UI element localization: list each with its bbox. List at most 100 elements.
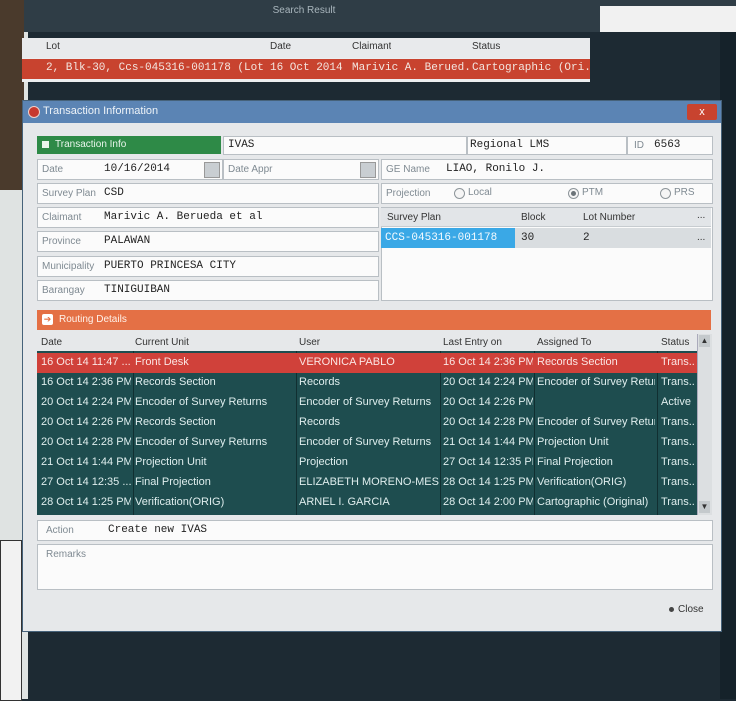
close-icon <box>669 606 674 612</box>
routing-current-unit-cell: Records Section <box>135 416 216 428</box>
date-picker-button[interactable] <box>204 162 220 178</box>
routing-status-cell: Trans... <box>661 436 695 448</box>
routing-last-entry-cell: 20 Oct 14 2:28 PM <box>443 416 533 428</box>
routing-row[interactable]: 16 Oct 14 11:47 ... Front Desk VERONICA PA… <box>37 353 697 373</box>
barangay-field[interactable]: Barangay TINIGUIBAN <box>37 280 379 301</box>
column-lot[interactable]: Lot <box>46 41 60 52</box>
routing-current-unit-cell: Front Desk <box>135 356 189 368</box>
column-user[interactable]: User <box>299 337 320 348</box>
projection-ptm-radio[interactable] <box>568 188 579 199</box>
survey-plan-row[interactable]: CCS-045316-001178 30 2 ... <box>381 228 711 248</box>
date-field[interactable]: Date 10/16/2014 <box>37 159 223 180</box>
routing-assigned-to-cell: Encoder of Survey Returns <box>537 416 655 428</box>
routing-user-cell: Records <box>299 416 340 428</box>
column-claimant[interactable]: Claimant <box>352 41 391 52</box>
routing-status-cell: Active <box>661 396 691 408</box>
background-object <box>0 0 24 190</box>
column-assigned-to[interactable]: Assigned To <box>537 337 591 348</box>
routing-current-unit-cell: Verification(ORIG) <box>135 496 225 508</box>
routing-last-entry-cell: 28 Oct 14 1:25 PM <box>443 476 533 488</box>
survey-plan-value: CSD <box>104 187 124 199</box>
transaction-info-header: Transaction Info <box>37 136 221 154</box>
column-current-unit[interactable]: Current Unit <box>135 337 189 348</box>
survey-plan-label: Survey Plan <box>42 188 96 199</box>
municipality-value: PUERTO PRINCESA CITY <box>104 260 237 272</box>
routing-row[interactable]: 20 Oct 14 2:24 PM Encoder of Survey Retur… <box>37 393 697 413</box>
routing-details-header: ➔ Routing Details <box>37 310 711 330</box>
close-button[interactable]: Close <box>669 604 704 615</box>
routing-date-cell: 21 Oct 14 1:44 PM <box>41 456 131 468</box>
routing-date-cell: 16 Oct 14 2:36 PM <box>41 376 131 388</box>
background-window-edge <box>600 6 736 32</box>
window-titlebar[interactable]: Transaction Information x <box>23 101 721 123</box>
column-status[interactable]: Status <box>661 337 689 348</box>
column-date[interactable]: Date <box>270 41 291 52</box>
projection-prs-radio[interactable] <box>660 188 671 199</box>
result-date: 16 Oct 2014 <box>270 62 343 74</box>
routing-row[interactable]: 21 Oct 14 1:44 PM Projection Unit Projecti… <box>37 453 697 473</box>
projection-label: Projection <box>386 188 431 199</box>
routing-row[interactable]: 28 Oct 14 1:25 PM Verification(ORIG) ARNEL… <box>37 493 697 513</box>
row-more-button[interactable]: ... <box>697 232 705 243</box>
ge-name-value: LIAO, Ronilo J. <box>446 163 546 175</box>
scroll-up-icon[interactable]: ▲ <box>699 335 710 347</box>
id-field[interactable]: ID 6563 <box>627 136 713 155</box>
remarks-field[interactable]: Remarks <box>37 544 713 590</box>
action-value: Create new IVAS <box>108 524 208 536</box>
routing-last-entry-cell: 28 Oct 14 2:00 PM <box>443 496 533 508</box>
search-result-title: Search Result <box>272 5 336 16</box>
search-result-row[interactable]: 2, Blk-30, Ccs-045316-001178 (Lot-... 16… <box>22 59 590 79</box>
projection-local-radio[interactable] <box>454 188 465 199</box>
column-block[interactable]: Block <box>521 212 545 223</box>
routing-user-cell: ELIZABETH MORENO-MESINA <box>299 476 439 488</box>
routing-row[interactable]: 20 Oct 14 2:28 PM Encoder of Survey Retur… <box>37 433 697 453</box>
routing-user-cell: VERONICA PABLO <box>299 356 395 368</box>
column-status[interactable]: Status <box>472 41 500 52</box>
close-label: Close <box>678 604 704 615</box>
routing-details-label: Routing Details <box>59 314 127 325</box>
routing-status-cell: Trans... <box>661 376 695 388</box>
routing-assigned-to-cell: Final Projection <box>537 456 613 468</box>
column-last-entry[interactable]: Last Entry on <box>443 337 502 348</box>
survey-plan-field[interactable]: Survey Plan CSD <box>37 183 379 204</box>
barangay-label: Barangay <box>42 285 85 296</box>
scroll-down-icon[interactable]: ▼ <box>699 501 710 513</box>
column-survey-plan[interactable]: Survey Plan <box>387 212 441 223</box>
claimant-label: Claimant <box>42 212 82 223</box>
id-label: ID <box>634 140 644 151</box>
transaction-information-window: Transaction Information x Transaction In… <box>22 100 722 632</box>
lot-number-cell: 2 <box>583 232 590 244</box>
routing-status-cell: Trans... <box>661 456 695 468</box>
province-label: Province <box>42 236 81 247</box>
result-claimant: Marivic A. Berued... <box>352 62 470 74</box>
column-lot-number[interactable]: Lot Number <box>583 212 635 223</box>
transaction-type-field[interactable]: IVAS <box>223 136 467 155</box>
routing-last-entry-cell: 20 Oct 14 2:24 PM <box>443 376 533 388</box>
routing-row[interactable]: 20 Oct 14 2:26 PM Records Section Records 2… <box>37 413 697 433</box>
province-field[interactable]: Province PALAWAN <box>37 231 379 252</box>
background-panel <box>0 540 22 701</box>
window-close-button[interactable]: x <box>687 104 717 120</box>
claimant-field[interactable]: Claimant Marivic A. Berueda et al <box>37 207 379 228</box>
routing-row[interactable]: 16 Oct 14 2:36 PM Records Section Records 2… <box>37 373 697 393</box>
routing-user-cell: Encoder of Survey Returns <box>299 396 432 408</box>
background-right <box>720 32 736 699</box>
projection-group: Projection Local PTM PRS <box>381 183 713 204</box>
action-field[interactable]: Action Create new IVAS <box>37 520 713 541</box>
ge-name-field[interactable]: GE Name LIAO, Ronilo J. <box>381 159 713 180</box>
routing-user-cell: Projection <box>299 456 348 468</box>
column-date[interactable]: Date <box>41 337 62 348</box>
date-label: Date <box>42 164 64 175</box>
routing-assigned-to-cell: Encoder of Survey Returns <box>537 376 655 388</box>
office-value: Regional LMS <box>470 139 550 151</box>
office-field[interactable]: Regional LMS <box>467 136 627 155</box>
date-approved-picker-button[interactable] <box>360 162 376 178</box>
projection-ptm-label: PTM <box>582 187 604 198</box>
date-approved-field[interactable]: Date Appr <box>223 159 379 180</box>
routing-scrollbar[interactable]: ▲ ▼ <box>697 334 712 515</box>
app-icon <box>28 106 40 118</box>
routing-row[interactable]: 27 Oct 14 12:35 ... Final Projection ELIZA… <box>37 473 697 493</box>
grid-more-button[interactable]: ... <box>697 210 705 221</box>
municipality-field[interactable]: Municipality PUERTO PRINCESA CITY <box>37 256 379 277</box>
routing-date-cell: 20 Oct 14 2:24 PM <box>41 396 131 408</box>
